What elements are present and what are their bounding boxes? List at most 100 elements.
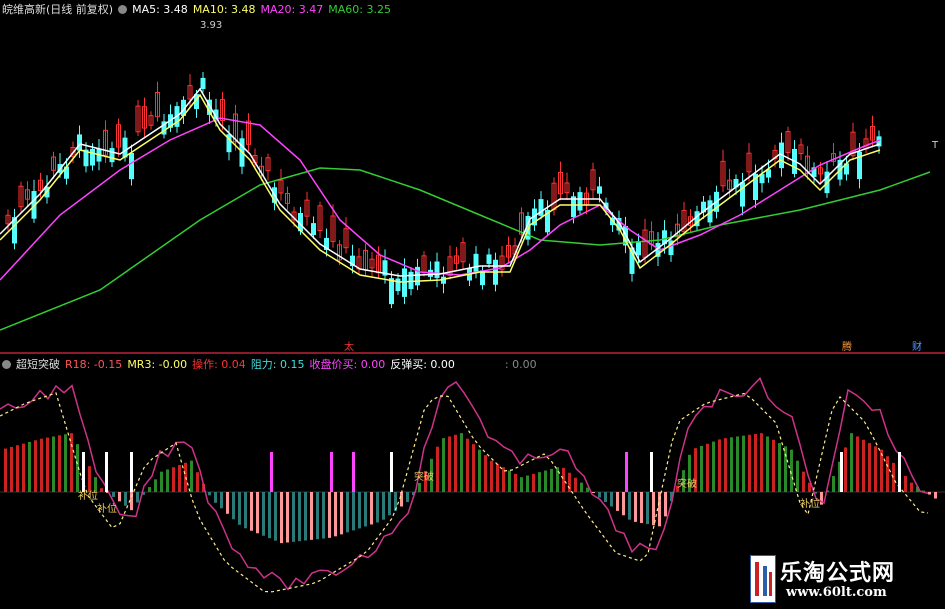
indicator-bar	[208, 492, 211, 496]
indicator-bar	[286, 492, 289, 543]
candle-body	[766, 169, 771, 178]
indicator-bar	[784, 446, 787, 492]
watermark-title: 乐淘公式网	[780, 561, 896, 586]
indicator-bar	[700, 445, 703, 492]
indicator-bar	[742, 435, 745, 492]
indicator-bar	[790, 449, 793, 492]
indicator-bar	[508, 470, 511, 492]
indicator-bar	[454, 434, 457, 492]
indicator-bar	[262, 492, 265, 536]
watermark-url: www.60lt.com	[786, 585, 887, 600]
signal-label-3: 突破	[414, 472, 434, 483]
ma5-legend: MA5: 3.48	[132, 3, 188, 16]
indicator-bar	[4, 448, 7, 492]
high-price-label: 3.93	[200, 20, 223, 31]
candle-body	[759, 174, 765, 184]
indicator-bar	[352, 492, 355, 531]
indicator-bar	[868, 443, 871, 492]
indicator-bar	[466, 438, 469, 492]
mr3-legend: MR3: -0.00	[127, 358, 188, 371]
panel-divider[interactable]	[0, 352, 945, 354]
signal-bar	[650, 452, 653, 492]
indicator-bar	[520, 477, 523, 492]
indicator-bar	[460, 433, 463, 492]
resistance-legend: 阻力: 0.15	[250, 358, 305, 371]
candle-body	[90, 148, 95, 166]
indicator-bar	[616, 492, 619, 511]
indicator-bar	[778, 443, 781, 492]
indicator-bar	[592, 492, 595, 493]
indicator-bar	[118, 492, 121, 502]
indicator-bar	[772, 439, 775, 492]
indicator-bar	[172, 467, 175, 492]
candle-body	[129, 152, 134, 180]
indicator-bar	[478, 449, 481, 492]
indicator-bar	[100, 488, 103, 492]
indicator-bar	[154, 479, 157, 492]
indicator-bar	[52, 436, 55, 492]
indicator-bar	[856, 436, 859, 492]
indicator-settings-circle-icon[interactable]	[2, 360, 11, 369]
stock-title: 皖维高新(日线 前复权)	[2, 3, 114, 16]
signal-label-1: 补位	[78, 491, 98, 502]
indicator-bar	[892, 462, 895, 492]
rebound-buy-legend: 反弹买: 0.00	[390, 358, 455, 371]
candle-body	[473, 253, 479, 272]
indicator-bar	[418, 483, 421, 492]
indicator-bar	[844, 447, 847, 492]
candle-body	[389, 278, 394, 305]
indicator-bar	[850, 433, 853, 492]
indicator-bar	[442, 438, 445, 492]
indicator-bar	[304, 492, 307, 541]
candle-body	[122, 137, 128, 158]
tencent-marker[interactable]: 腾	[842, 338, 852, 353]
indicator-bar	[760, 433, 763, 492]
indicator-bar	[610, 492, 613, 507]
indicator-bar	[484, 455, 487, 492]
candle-body	[109, 148, 115, 163]
r18-legend: R18: -0.15	[65, 358, 123, 371]
price-chart-panel[interactable]: 皖维高新(日线 前复权) MA5: 3.48 MA10: 3.48 MA20: 3.4…	[0, 0, 945, 353]
indicator-bar	[934, 492, 937, 499]
finance-marker[interactable]: 财	[912, 338, 922, 353]
indicator-bar	[622, 492, 625, 516]
signal-bar	[330, 452, 333, 492]
indicator-bar	[226, 492, 229, 514]
indicator-bar	[568, 472, 571, 492]
indicator-bar	[160, 471, 163, 492]
indicator-bar	[874, 446, 877, 492]
candle-body	[480, 270, 485, 286]
indicator-bar	[40, 438, 43, 492]
indicator-bar	[904, 476, 907, 492]
indicator-bar	[724, 438, 727, 492]
signal-label-2: 补位	[97, 504, 117, 515]
indicator-bar	[22, 443, 25, 492]
indicator-bar	[124, 492, 127, 506]
indicator-bar	[280, 492, 283, 544]
indicator-bar	[148, 487, 151, 492]
indicator-bar	[388, 492, 391, 516]
indicator-bar	[178, 465, 181, 492]
signal-bar	[898, 452, 901, 492]
indicator-bar	[166, 469, 169, 492]
indicator-bar	[316, 492, 319, 540]
indicator-bar	[514, 473, 517, 492]
indicator-bar	[382, 492, 385, 520]
indicator-bar	[340, 492, 343, 535]
indicator-bar	[268, 492, 271, 539]
candle-body	[200, 77, 206, 90]
candle-body	[597, 186, 602, 194]
price-chart[interactable]	[0, 0, 945, 352]
indicator-bar	[730, 437, 733, 492]
indicator-bar	[310, 492, 313, 540]
indicator-bar	[436, 446, 439, 492]
indicator-bar	[292, 492, 295, 542]
indicator-bar	[376, 492, 379, 523]
indicator-bar	[862, 439, 865, 492]
settings-circle-icon[interactable]	[118, 5, 128, 14]
indicator-bar	[28, 441, 31, 492]
indicator-bar	[274, 492, 277, 541]
indicator-bar	[538, 472, 541, 492]
ma10-legend: MA10: 3.48	[192, 3, 256, 16]
indicator-bar	[706, 443, 709, 492]
